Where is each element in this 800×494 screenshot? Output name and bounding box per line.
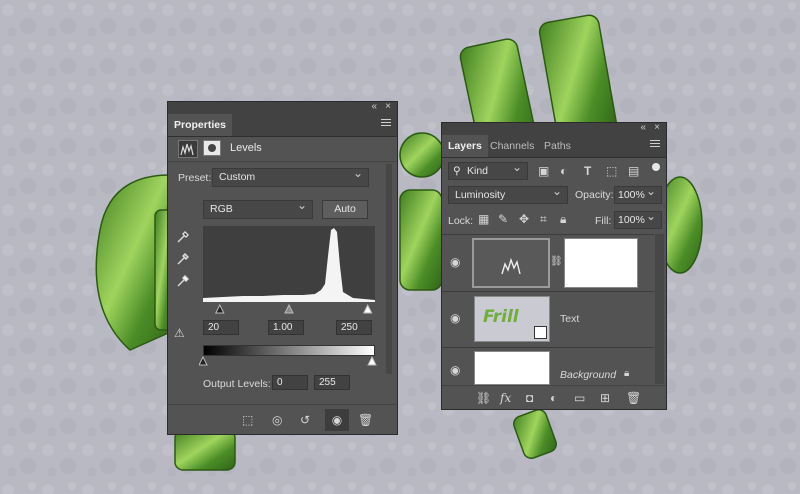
search-icon: ⚲ <box>453 165 461 177</box>
properties-titlestrip: « × <box>168 101 397 114</box>
filter-adjustment-icon[interactable]: ◐ <box>560 164 567 178</box>
layer-name-background: Background <box>560 369 617 381</box>
filter-pixel-icon[interactable]: ▣ <box>538 164 549 178</box>
new-adjustment-icon[interactable]: ◐ <box>550 391 557 405</box>
background-thumbnail <box>474 351 550 385</box>
input-white-field[interactable]: 250 <box>336 320 372 335</box>
opacity-label: Opacity: <box>575 189 614 201</box>
input-black-field[interactable]: 20 <box>203 320 239 335</box>
link-layers-icon[interactable]: ⛓ <box>476 391 491 405</box>
view-previous-icon[interactable]: ◎ <box>272 413 282 427</box>
background-lock-icon: 🔒︎ <box>624 368 630 379</box>
properties-scrollbar[interactable] <box>386 164 392 374</box>
filter-type-icon[interactable]: T <box>584 164 591 178</box>
collapse-icon[interactable]: « <box>371 101 377 112</box>
text-layer-thumbnail: Frill <box>474 296 550 342</box>
filter-kind-label: Kind <box>467 165 489 177</box>
layer-visibility-icon[interactable]: ◉ <box>450 311 460 325</box>
layers-tabbar: Layers Channels Paths <box>442 135 666 158</box>
output-levels-label: Output Levels: <box>203 378 271 390</box>
preset-dropdown[interactable]: Custom <box>212 165 369 187</box>
visibility-icon[interactable]: ◉ <box>325 409 349 431</box>
layers-panel: « × Layers Channels Paths ⚲ Kind ▣ ◐ T ⬚… <box>441 122 667 410</box>
white-point-eyedropper-icon[interactable] <box>176 274 190 291</box>
filter-toggle-icon[interactable] <box>652 163 660 171</box>
blend-mode-dropdown[interactable]: Luminosity <box>448 183 568 204</box>
black-point-eyedropper-icon[interactable] <box>176 230 190 247</box>
layers-bottom-toolbar: ⛓ fx ◘ ◐ ▭ ⊞ 🗑 <box>442 385 666 410</box>
lock-image-icon[interactable]: ✎ <box>498 212 508 226</box>
clip-to-layer-icon[interactable]: ⬚ <box>242 413 253 427</box>
layer-mask-thumbnail[interactable] <box>564 238 638 288</box>
properties-panel: « × Properties Levels Preset: Custom RGB… <box>167 101 398 435</box>
output-black-handle <box>199 355 208 366</box>
levels-adjustment-icon <box>178 140 198 158</box>
gamma-handle <box>284 303 294 314</box>
smart-object-badge-icon <box>534 326 547 339</box>
output-black-field[interactable]: 0 <box>272 375 308 390</box>
properties-bottom-toolbar: ⬚ ◎ ↺ ◉ 🗑 <box>168 404 397 435</box>
filter-smartobject-icon[interactable]: ▤ <box>628 164 639 178</box>
lock-label: Lock: <box>448 215 474 227</box>
layer-style-icon[interactable]: fx <box>500 391 511 405</box>
layers-titlestrip: « × <box>442 122 666 135</box>
opacity-field[interactable]: 100% <box>614 183 662 204</box>
layer-row-background[interactable]: ◉ Background 🔒︎ <box>442 347 654 385</box>
layers-menu-icon[interactable] <box>650 140 660 149</box>
channel-dropdown[interactable]: RGB <box>203 197 313 219</box>
layer-visibility-icon[interactable]: ◉ <box>450 363 460 377</box>
lock-position-icon[interactable]: ✥ <box>519 212 529 226</box>
tab-channels[interactable]: Channels <box>484 135 540 157</box>
levels-title: Levels <box>230 142 262 154</box>
close-icon[interactable]: × <box>385 101 391 112</box>
new-group-icon[interactable]: ▭ <box>574 391 585 405</box>
tab-paths[interactable]: Paths <box>538 135 577 157</box>
thumbnail-text: Frill <box>483 307 519 327</box>
layer-row-text[interactable]: ◉ Frill Text <box>442 291 654 348</box>
tab-properties[interactable]: Properties <box>168 114 232 136</box>
levels-adjustment-thumbnail <box>472 238 550 288</box>
filter-kind-dropdown[interactable]: ⚲ Kind <box>448 159 528 180</box>
gray-point-eyedropper-icon[interactable] <box>176 252 190 269</box>
input-levels-slider[interactable] <box>203 303 375 315</box>
delete-layer-icon[interactable]: 🗑 <box>626 391 641 405</box>
link-icon[interactable]: ⛓ <box>550 255 563 269</box>
lock-artboard-icon[interactable]: ⌗ <box>540 212 547 226</box>
panel-menu-icon[interactable] <box>381 119 391 128</box>
new-layer-icon[interactable]: ⊞ <box>600 391 610 405</box>
layers-list: ◉ ⛓ ◉ Frill Text ◉ Background 🔒︎ <box>442 234 654 385</box>
layers-close-icon[interactable]: × <box>654 122 660 133</box>
layers-scrollbar[interactable] <box>655 234 664 384</box>
layer-name-text: Text <box>560 313 580 325</box>
layers-collapse-icon[interactable]: « <box>640 122 646 133</box>
white-point-handle <box>362 303 373 314</box>
delete-icon[interactable]: 🗑 <box>358 413 373 427</box>
output-white-handle <box>367 355 377 366</box>
black-point-handle <box>214 303 225 314</box>
levels-header: Levels <box>168 137 397 162</box>
canvas-artwork <box>0 0 800 494</box>
layer-visibility-icon[interactable]: ◉ <box>450 255 460 269</box>
auto-button[interactable]: Auto <box>322 200 368 219</box>
levels-histogram <box>203 226 375 302</box>
output-levels-slider[interactable] <box>199 355 379 367</box>
mask-icon[interactable] <box>203 140 221 156</box>
add-mask-icon[interactable]: ◘ <box>526 391 533 405</box>
lock-all-icon[interactable]: 🔒︎ <box>560 212 566 226</box>
reset-icon[interactable]: ↺ <box>300 413 310 427</box>
input-gamma-field[interactable]: 1.00 <box>268 320 304 335</box>
layer-row-levels[interactable]: ◉ ⛓ <box>442 235 654 292</box>
fill-label: Fill: <box>595 215 612 227</box>
output-white-field[interactable]: 255 <box>314 375 350 390</box>
properties-tabbar: Properties <box>168 114 397 137</box>
filter-shape-icon[interactable]: ⬚ <box>606 164 617 178</box>
tab-layers[interactable]: Layers <box>442 135 488 157</box>
lock-transparent-icon[interactable]: ▦ <box>478 212 489 226</box>
fill-field[interactable]: 100% <box>614 208 662 229</box>
preset-label: Preset: <box>178 172 212 184</box>
clipping-warning-icon[interactable]: ⚠ <box>174 326 185 340</box>
